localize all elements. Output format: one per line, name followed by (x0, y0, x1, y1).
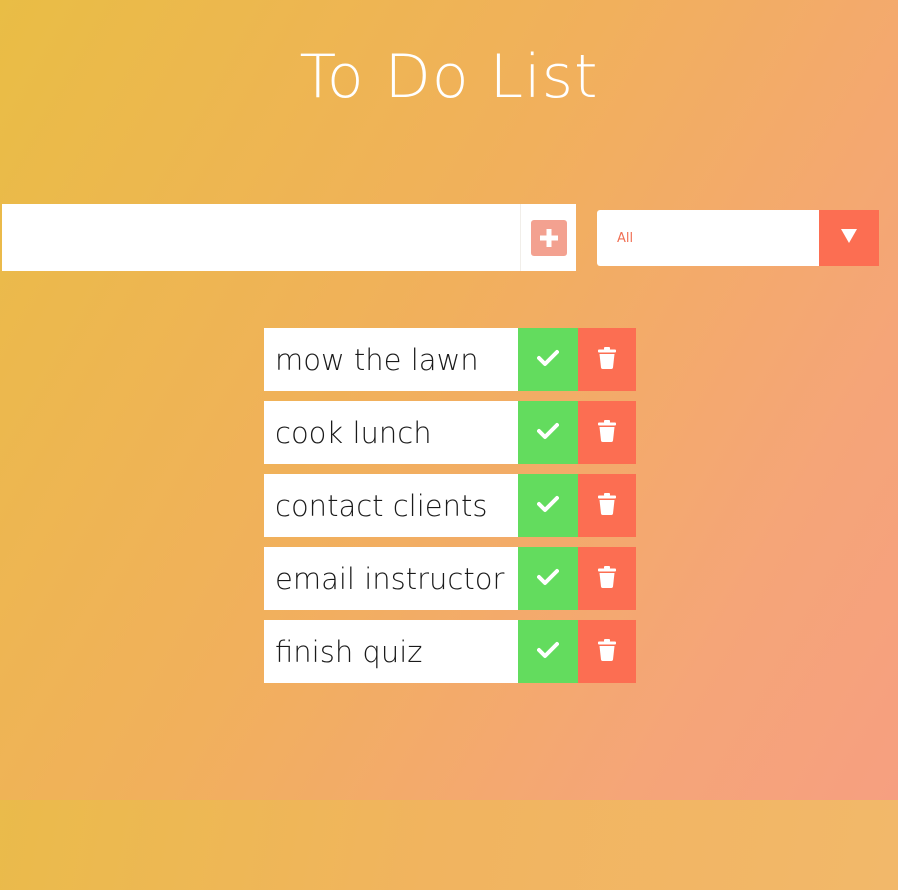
complete-button[interactable] (518, 620, 578, 683)
trash-icon (598, 419, 616, 446)
page-title: To Do List (299, 42, 599, 112)
trash-icon (598, 346, 616, 373)
complete-button[interactable] (518, 401, 578, 464)
todo-list: mow the lawn cook lunch contact clients … (264, 328, 636, 693)
filter-selected-value: All (617, 231, 634, 246)
caret-down-icon (840, 228, 858, 248)
delete-button[interactable] (578, 401, 636, 464)
complete-button[interactable] (518, 328, 578, 391)
check-icon (537, 641, 559, 663)
todo-input[interactable] (2, 204, 520, 271)
todo-item: mow the lawn (264, 328, 636, 391)
todo-item: email instructor (264, 547, 636, 610)
todo-item-text: email instructor (275, 562, 505, 596)
add-todo-button[interactable] (521, 204, 576, 271)
complete-button[interactable] (518, 547, 578, 610)
trash-icon (598, 492, 616, 519)
filter-dropdown-button[interactable] (819, 210, 879, 266)
trash-icon (598, 565, 616, 592)
check-icon (537, 349, 559, 371)
add-todo-form (2, 204, 576, 271)
delete-button[interactable] (578, 328, 636, 391)
delete-button[interactable] (578, 547, 636, 610)
plus-square-icon (530, 219, 567, 256)
filter-select[interactable]: All (597, 210, 879, 266)
todo-item-text: cook lunch (275, 416, 432, 450)
delete-button[interactable] (578, 620, 636, 683)
trash-icon (598, 638, 616, 665)
delete-button[interactable] (578, 474, 636, 537)
todo-item-text: mow the lawn (275, 343, 479, 377)
complete-button[interactable] (518, 474, 578, 537)
todo-item-text: contact clients (275, 489, 488, 523)
todo-item: cook lunch (264, 401, 636, 464)
todo-item: finish quiz (264, 620, 636, 683)
check-icon (537, 422, 559, 444)
todo-item-text: finish quiz (275, 635, 423, 669)
todo-item: contact clients (264, 474, 636, 537)
app-background: To Do List All mow the lawn cook lunch c… (0, 0, 898, 800)
check-icon (537, 568, 559, 590)
check-icon (537, 495, 559, 517)
